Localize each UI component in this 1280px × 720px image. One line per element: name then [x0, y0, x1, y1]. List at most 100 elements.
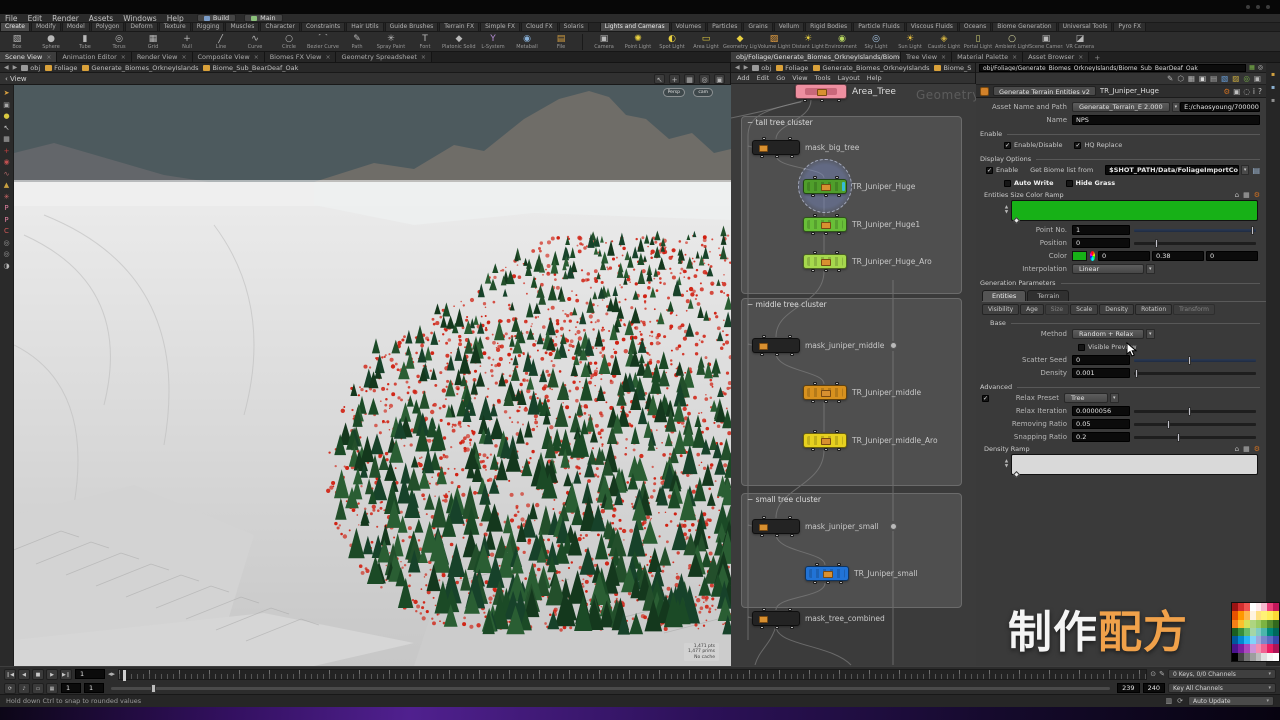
tool-line[interactable]: ╱Line: [204, 34, 238, 50]
breadcrumb-foliage[interactable]: Foliage: [776, 64, 808, 72]
param-toolbar-icon-3[interactable]: ▣: [1199, 74, 1206, 83]
relax-iteration-field[interactable]: 0.0000056: [1072, 406, 1130, 416]
node-area-tree[interactable]: [795, 84, 847, 99]
menu-assets[interactable]: Assets: [84, 14, 118, 23]
scatter-seed-field[interactable]: 0: [1072, 355, 1130, 365]
left-tool-icon-3[interactable]: ↖: [4, 125, 10, 132]
checkbox-enable[interactable]: ✓Enable: [986, 166, 1030, 174]
left-tool-icon-10[interactable]: P: [4, 205, 8, 212]
tool-l-system[interactable]: YL-System: [476, 34, 510, 50]
shelf-tab-biome-generation[interactable]: Biome Generation: [992, 23, 1056, 31]
node-tr-juniper-huge-aro[interactable]: [803, 254, 847, 269]
tool-spot-light[interactable]: ◐Spot Light: [655, 34, 689, 50]
tab-age[interactable]: Age: [1020, 304, 1044, 315]
tool-volume-light[interactable]: ▨Volume Light: [757, 34, 791, 50]
network-menu-view[interactable]: View: [792, 74, 807, 82]
current-frame-field[interactable]: 1: [75, 669, 105, 679]
pane-tab-asset-browser[interactable]: Asset Browser×: [1023, 52, 1089, 62]
checkbox-hq-replace[interactable]: ✓HQ Replace: [1074, 141, 1134, 149]
edge-icon-1[interactable]: ▪: [1271, 84, 1275, 91]
left-tool-icon-5[interactable]: +: [4, 148, 10, 155]
wire-dot[interactable]: [890, 523, 897, 530]
breadcrumb-biome-sub-beardeaf-oak[interactable]: Biome_Sub_BearDeaf_Oak: [934, 64, 971, 72]
network-canvas[interactable]: Geometry − tall tree cluster− middle tre…: [731, 84, 976, 666]
node-name-field[interactable]: TR_Juniper_Huge: [1100, 87, 1220, 95]
checkbox-enable-disable[interactable]: ✓Enable/Disable: [1004, 141, 1074, 149]
position-field[interactable]: 0: [1072, 238, 1130, 248]
playbar-option-0[interactable]: ⟳: [4, 683, 16, 694]
removing-ratio-slider[interactable]: [1134, 423, 1256, 426]
param-toolbar-icon-4[interactable]: ▤: [1210, 74, 1217, 83]
left-tool-icon-15[interactable]: ◑: [3, 263, 9, 270]
shelf-tab-polygon[interactable]: Polygon: [91, 23, 125, 31]
network-menu-tools[interactable]: Tools: [815, 74, 831, 82]
pane-tab-tree-view[interactable]: Tree View×: [901, 52, 952, 62]
shelf-tab-oceans[interactable]: Oceans: [959, 23, 991, 31]
color-wheel-icon[interactable]: [1090, 251, 1095, 261]
snapping-ratio-slider[interactable]: [1134, 436, 1256, 439]
tool-area-light[interactable]: ▭Area Light: [689, 34, 723, 50]
close-tab-icon[interactable]: ×: [121, 54, 126, 61]
tab-transform[interactable]: Transform: [1173, 304, 1215, 315]
param-toolbar-icon-6[interactable]: ▨: [1232, 74, 1239, 83]
persp-view-button[interactable]: Persp: [663, 88, 685, 97]
range-slider-handle[interactable]: [151, 684, 156, 693]
shelf-tab-hair-utils[interactable]: Hair Utils: [346, 23, 383, 31]
network-menu-edit[interactable]: Edit: [757, 74, 770, 82]
tool-circle[interactable]: ○Circle: [272, 34, 306, 50]
network-menu-help[interactable]: Help: [867, 74, 882, 82]
tool-file[interactable]: ▤File: [544, 34, 578, 50]
spin-buttons[interactable]: ▾: [1146, 329, 1155, 339]
breadcrumb-biome-sub-beardeaf-oak[interactable]: Biome_Sub_BearDeaf_Oak: [203, 64, 298, 72]
camera-view-button[interactable]: cam: [693, 88, 713, 97]
spin-buttons[interactable]: ▾: [1241, 165, 1250, 175]
timeline-edit-icon[interactable]: ✎: [1159, 670, 1165, 678]
shelf-tab-character[interactable]: Character: [260, 23, 300, 31]
tool-path[interactable]: ✎Path: [340, 34, 374, 50]
shelf-tab-constraints[interactable]: Constraints: [301, 23, 345, 31]
tool-tube[interactable]: ▮Tube: [68, 34, 102, 50]
left-tool-icon-0[interactable]: ➤: [4, 90, 10, 97]
shelf-tab-modify[interactable]: Modify: [31, 23, 61, 31]
tool-ambient-light[interactable]: ○Ambient Light: [995, 34, 1029, 50]
network-menu-add[interactable]: Add: [737, 74, 750, 82]
left-tool-icon-14[interactable]: ◎: [3, 251, 9, 258]
viewport-tool-icon-4[interactable]: ▣: [714, 74, 725, 84]
breadcrumb-foliage[interactable]: Foliage: [45, 64, 77, 72]
pane-tab-animation-editor[interactable]: Animation Editor×: [57, 52, 131, 62]
tool-torus[interactable]: ◎Torus: [102, 34, 136, 50]
pane-tab-composite-view[interactable]: Composite View×: [193, 52, 265, 62]
shelf-tab-muscles[interactable]: Muscles: [225, 23, 259, 31]
pane-tab-biomes-fx-view[interactable]: Biomes FX View×: [265, 52, 337, 62]
search-icon[interactable]: ◌: [1243, 87, 1250, 96]
ramp-icon-1[interactable]: ▦: [1243, 445, 1250, 453]
close-tab-icon[interactable]: ×: [181, 54, 186, 61]
tool-distant-light[interactable]: ☀Distant Light: [791, 34, 825, 50]
spin-buttons[interactable]: ▾: [1146, 264, 1155, 274]
viewport-tool-icon-0[interactable]: ↖: [654, 74, 665, 84]
param-toolbar-icon-7[interactable]: ◎: [1243, 74, 1250, 83]
color-component-2[interactable]: 0: [1206, 251, 1258, 261]
refresh-icon[interactable]: ⟳: [1177, 697, 1183, 705]
range-a-field[interactable]: 239: [1117, 683, 1139, 693]
left-tool-icon-1[interactable]: ▣: [3, 102, 10, 109]
relax-preset-dropdown[interactable]: Tree: [1064, 393, 1108, 403]
tool-spray-paint[interactable]: ✳Spray Paint: [374, 34, 408, 50]
playhead[interactable]: [123, 670, 126, 681]
wire-dot[interactable]: [890, 342, 897, 349]
menu-file[interactable]: File: [0, 14, 23, 23]
tool-metaball[interactable]: ◉Metaball: [510, 34, 544, 50]
viewport-tool-icon-1[interactable]: +: [669, 74, 680, 84]
left-tool-icon-7[interactable]: ∿: [4, 171, 10, 178]
ramp-bar[interactable]: [1011, 200, 1258, 221]
playbar-option-2[interactable]: ▭: [32, 683, 44, 694]
left-tool-icon-8[interactable]: ▲: [4, 182, 9, 189]
shelf-tab-cloud-fx[interactable]: Cloud FX: [521, 23, 558, 31]
shelf-tab-grains[interactable]: Grains: [743, 23, 772, 31]
key-all-dropdown[interactable]: Key All Channels▾: [1168, 683, 1276, 693]
pane-tab-geometry-spreadsheet[interactable]: Geometry Spreadsheet×: [336, 52, 431, 62]
range-start-field[interactable]: 1: [61, 683, 81, 693]
tool-geometry-light[interactable]: ◆Geometry Light: [723, 34, 757, 50]
relax-iteration-slider[interactable]: [1134, 410, 1256, 413]
viewport-tool-icon-3[interactable]: ◎: [699, 74, 710, 84]
